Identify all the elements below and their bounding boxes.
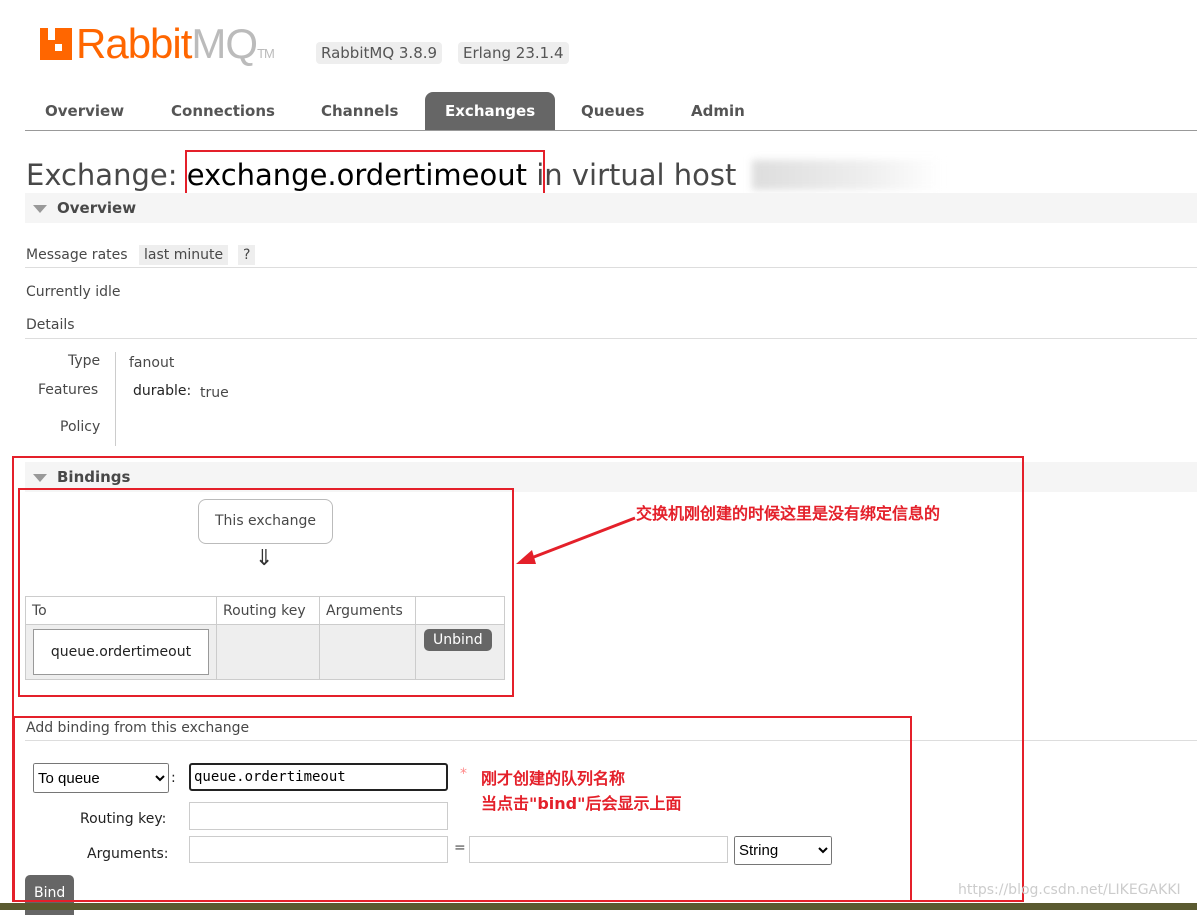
rabbitmq-logo[interactable]: RabbitMQTM (40, 20, 275, 68)
tab-channels[interactable]: Channels (301, 92, 418, 130)
tab-exchanges[interactable]: Exchanges (425, 92, 556, 130)
features-label: Features (38, 382, 99, 398)
tab-queues[interactable]: Queues (561, 92, 664, 130)
divider (25, 267, 1197, 268)
main-nav: Overview Connections Channels Exchanges … (25, 92, 1197, 131)
annotation-arrow-icon (516, 516, 636, 564)
divider (25, 338, 1197, 339)
details-separator (115, 352, 116, 446)
version-badge: RabbitMQ 3.8.9 (316, 42, 443, 64)
tab-connections[interactable]: Connections (151, 92, 295, 130)
policy-label: Policy (60, 419, 101, 435)
rate-range-selector[interactable]: last minute (139, 245, 229, 265)
bindings-annotation: 交换机刚创建的时候这里是没有绑定信息的 (636, 504, 941, 523)
durable-label: durable: (133, 383, 192, 399)
highlight-box (13, 716, 912, 902)
taskbar (0, 903, 1197, 910)
help-button[interactable]: ? (238, 245, 256, 265)
watermark: https://blog.csdn.net/LIKEGAKKI (958, 882, 1181, 898)
details-heading: Details (26, 317, 75, 333)
highlight-box (18, 488, 514, 697)
tab-admin[interactable]: Admin (671, 92, 765, 130)
logo-icon (40, 28, 72, 60)
overview-section-toggle[interactable]: Overview (25, 193, 1197, 223)
idle-status: Currently idle (26, 284, 121, 300)
queue-annotation-1: 刚才创建的队列名称 (481, 769, 626, 788)
type-label: Type (68, 353, 101, 369)
message-rates-label: Message rates (26, 247, 128, 263)
blurred-vhost (752, 160, 942, 190)
erlang-badge: Erlang 23.1.4 (458, 42, 569, 64)
durable-value: true (200, 385, 229, 401)
type-value: fanout (129, 355, 175, 371)
queue-annotation-2: 当点击"bind"后会显示上面 (481, 794, 682, 813)
tab-overview[interactable]: Overview (25, 92, 144, 130)
